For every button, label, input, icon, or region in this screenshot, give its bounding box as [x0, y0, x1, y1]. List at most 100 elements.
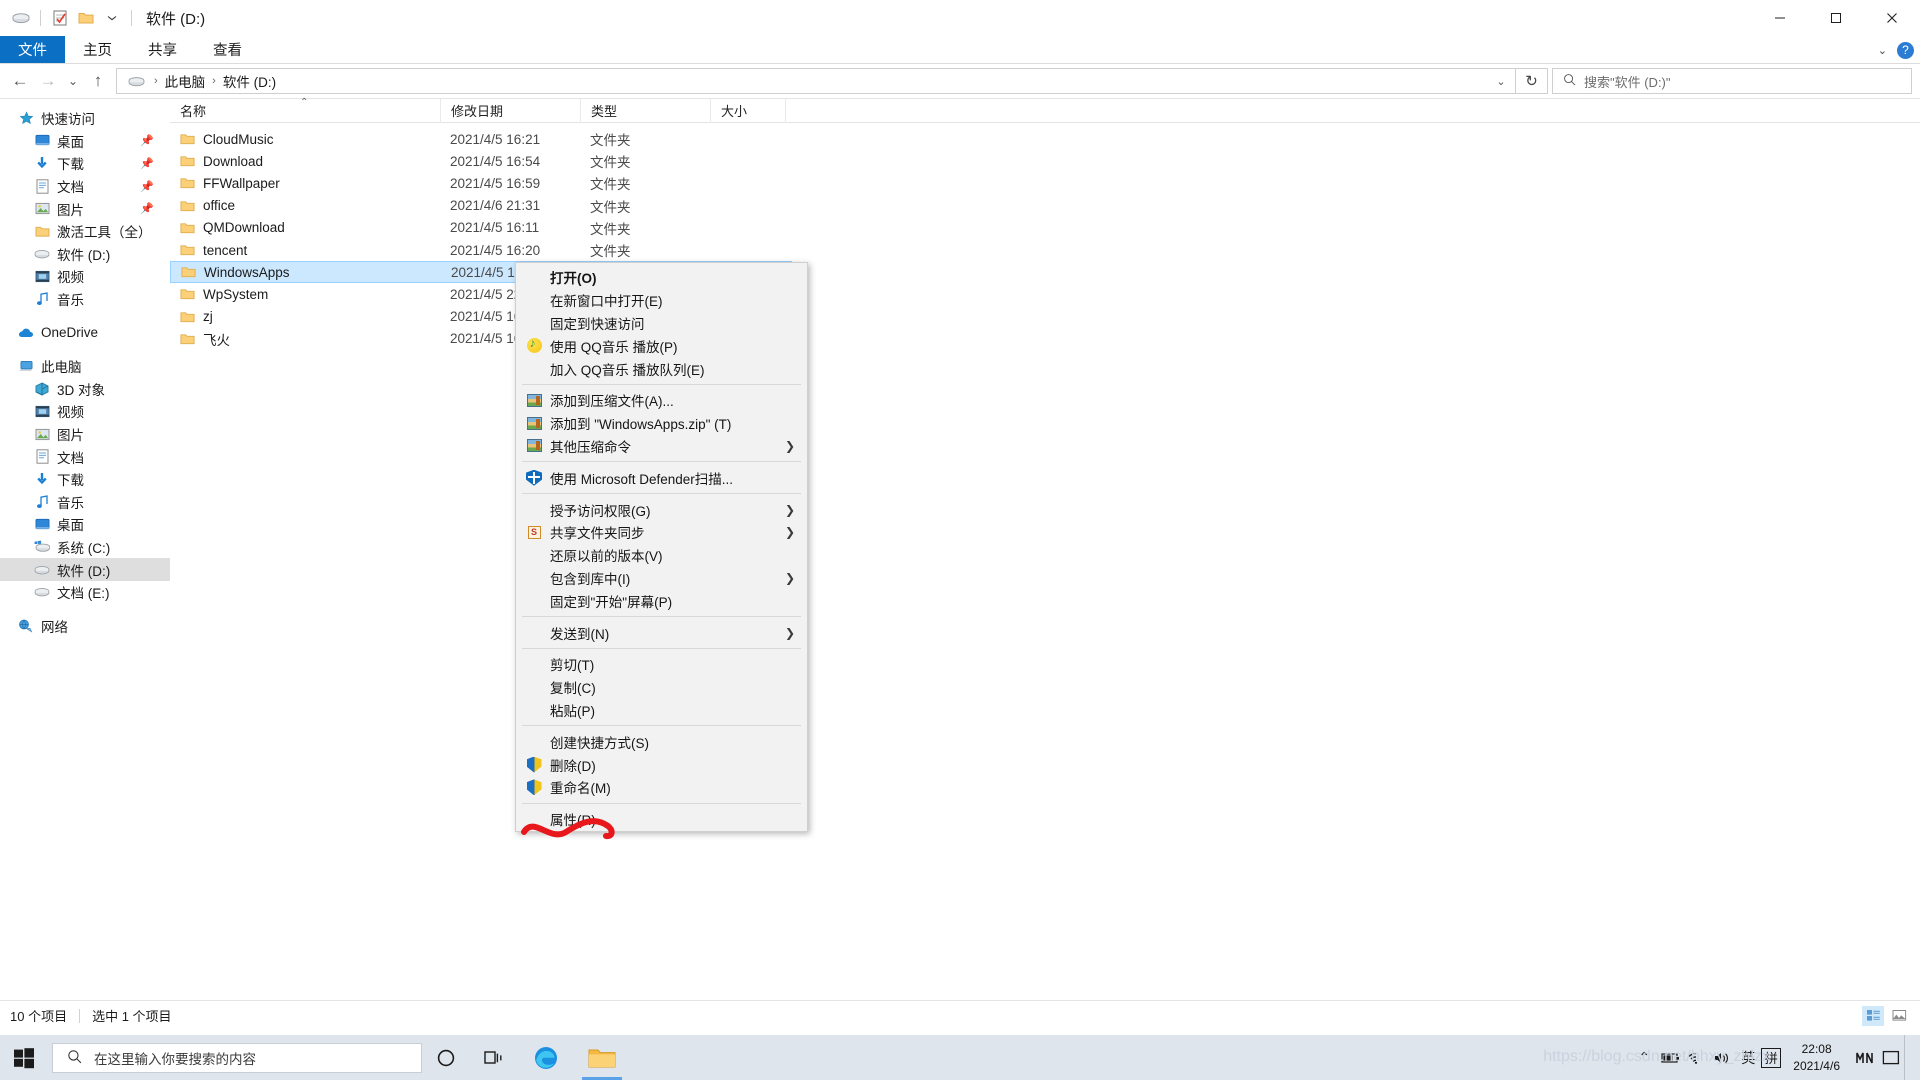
sidebar-item-drive-c[interactable]: 系统 (C:) — [0, 536, 170, 559]
column-header-type[interactable]: 类型 — [580, 98, 710, 123]
table-row[interactable]: FFWallpaper 2021/4/5 16:59 文件夹 — [170, 172, 792, 194]
navigation-pane[interactable]: 快速访问 桌面 📌 下载 📌 文档 📌 图片 📌 激活工具（全） 软件 (D:)… — [0, 99, 170, 1000]
menu-item-cut[interactable]: 剪切(T) — [516, 653, 807, 676]
sidebar-item-downloads-pc[interactable]: 下载 — [0, 468, 170, 491]
start-button[interactable] — [0, 1035, 48, 1080]
show-desktop-button[interactable] — [1904, 1035, 1914, 1080]
menu-item-play-qqmusic[interactable]: 使用 QQ音乐 播放(P) — [516, 334, 807, 357]
taskbar-app-edge[interactable] — [518, 1035, 574, 1080]
drive-icon — [34, 246, 50, 262]
menu-item-properties[interactable]: 属性(R) — [516, 808, 807, 831]
menu-item-grant-access[interactable]: 授予访问权限(G) ❯ — [516, 498, 807, 521]
sidebar-item-desktop[interactable]: 桌面 📌 — [0, 130, 170, 153]
menu-item-other-archive-commands[interactable]: 其他压缩命令 ❯ — [516, 435, 807, 458]
sidebar-header-this-pc[interactable]: 此电脑 — [0, 355, 170, 378]
ime-tool-icon[interactable] — [1852, 1035, 1878, 1080]
table-row[interactable]: office 2021/4/6 21:31 文件夹 — [170, 195, 792, 217]
sidebar-item-music-quick[interactable]: 音乐 — [0, 288, 170, 311]
tab-view[interactable]: 查看 — [195, 36, 260, 63]
pin-icon[interactable]: 📌 — [140, 180, 154, 193]
menu-item-include-in-library[interactable]: 包含到库中(I) ❯ — [516, 567, 807, 590]
chevron-down-icon[interactable]: ⌄ — [1878, 44, 1887, 57]
menu-item-open[interactable]: 打开(O) — [516, 266, 807, 289]
new-folder-icon[interactable] — [73, 5, 99, 31]
sidebar-item-videos-quick[interactable]: 视频 — [0, 265, 170, 288]
menu-item-pin-quick-access[interactable]: 固定到快速访问 — [516, 312, 807, 335]
breadcrumb[interactable]: › 此电脑 › 软件 (D:) ⌄ — [116, 68, 1516, 94]
menu-item-restore-previous-versions[interactable]: 还原以前的版本(V) — [516, 544, 807, 567]
table-row[interactable]: tencent 2021/4/5 16:20 文件夹 — [170, 239, 792, 261]
sidebar-item-drive-e[interactable]: 文档 (E:) — [0, 581, 170, 604]
sidebar-item-desktop-pc[interactable]: 桌面 — [0, 513, 170, 536]
menu-item-send-to[interactable]: 发送到(N) ❯ — [516, 621, 807, 644]
menu-item-copy[interactable]: 复制(C) — [516, 676, 807, 699]
sidebar-item-downloads[interactable]: 下载 📌 — [0, 152, 170, 175]
sidebar-item-activation-tools[interactable]: 激活工具（全） — [0, 220, 170, 243]
search-input[interactable]: 搜索"软件 (D:)" — [1552, 68, 1912, 94]
sidebar-item-videos[interactable]: 视频 — [0, 400, 170, 423]
drive-icon[interactable] — [8, 5, 34, 31]
menu-item-paste[interactable]: 粘贴(P) — [516, 699, 807, 722]
pin-icon[interactable]: 📌 — [140, 202, 154, 215]
tab-share[interactable]: 共享 — [130, 36, 195, 63]
details-view-icon[interactable] — [1862, 1005, 1884, 1026]
up-button[interactable]: ↑ — [84, 67, 112, 95]
back-button[interactable]: ← — [6, 67, 34, 95]
action-center-icon[interactable] — [1878, 1035, 1904, 1080]
task-view-icon[interactable] — [470, 1035, 518, 1080]
file-list-pane[interactable]: 名称 ⌃ 修改日期 类型 大小 CloudMusic 2021/4/5 16:2… — [170, 97, 1920, 1000]
column-header-date[interactable]: 修改日期 — [440, 98, 580, 123]
menu-item-rename[interactable]: 重命名(M) — [516, 776, 807, 799]
pin-icon[interactable]: 📌 — [140, 157, 154, 170]
menu-item-defender-scan[interactable]: 使用 Microsoft Defender扫描... — [516, 466, 807, 489]
table-row[interactable]: CloudMusic 2021/4/5 16:21 文件夹 — [170, 128, 792, 150]
chevron-down-icon[interactable]: ⌄ — [1487, 75, 1515, 88]
sidebar-item-drive-d-quick[interactable]: 软件 (D:) — [0, 243, 170, 266]
help-icon[interactable]: ? — [1897, 41, 1914, 59]
sidebar-label: 文档 — [57, 180, 84, 196]
sidebar-item-music-pc[interactable]: 音乐 — [0, 491, 170, 514]
toolbar-divider — [40, 10, 41, 26]
recent-locations-button[interactable]: ⌄ — [62, 67, 84, 95]
sidebar-item-pictures-pc[interactable]: 图片 — [0, 423, 170, 446]
taskbar-search-input[interactable]: 在这里输入你要搜索的内容 — [52, 1042, 422, 1073]
menu-item-create-shortcut[interactable]: 创建快捷方式(S) — [516, 730, 807, 753]
cortana-icon[interactable] — [422, 1035, 470, 1080]
menu-item-add-to-archive[interactable]: 添加到压缩文件(A)... — [516, 389, 807, 412]
sidebar-item-drive-d[interactable]: 软件 (D:) — [0, 558, 170, 581]
close-button[interactable] — [1864, 0, 1920, 36]
sidebar-item-pictures[interactable]: 图片 📌 — [0, 197, 170, 220]
minimize-button[interactable] — [1752, 0, 1808, 36]
sidebar-label: 桌面 — [57, 134, 84, 150]
menu-item-delete[interactable]: 删除(D) — [516, 753, 807, 776]
breadcrumb-item-drive-d[interactable]: 软件 (D:) — [223, 71, 276, 91]
tab-home[interactable]: 主页 — [65, 36, 130, 63]
column-header-size[interactable]: 大小 — [710, 98, 785, 123]
menu-item-open-new-window[interactable]: 在新窗口中打开(E) — [516, 289, 807, 312]
forward-button[interactable]: → — [34, 67, 62, 95]
context-menu[interactable]: 打开(O) 在新窗口中打开(E) 固定到快速访问 使用 QQ音乐 播放(P) 加… — [515, 262, 808, 832]
sidebar-item-documents-pc[interactable]: 文档 — [0, 445, 170, 468]
pin-icon[interactable]: 📌 — [140, 134, 154, 147]
menu-item-queue-qqmusic[interactable]: 加入 QQ音乐 播放队列(E) — [516, 357, 807, 380]
sidebar-header-quick-access[interactable]: 快速访问 — [0, 107, 170, 130]
breadcrumb-item-this-pc[interactable]: 此电脑 — [165, 71, 206, 91]
tab-file[interactable]: 文件 — [0, 36, 65, 63]
properties-icon[interactable] — [47, 5, 73, 31]
taskbar-clock[interactable]: 22:08 2021/4/6 — [1781, 1035, 1852, 1080]
table-row[interactable]: Download 2021/4/5 16:54 文件夹 — [170, 150, 792, 172]
large-icons-view-icon[interactable] — [1888, 1006, 1910, 1026]
table-row[interactable]: QMDownload 2021/4/5 16:11 文件夹 — [170, 217, 792, 239]
refresh-button[interactable]: ↻ — [1516, 68, 1548, 94]
sidebar-item-documents[interactable]: 文档 📌 — [0, 175, 170, 198]
chevron-down-icon[interactable] — [99, 5, 125, 31]
column-header-name[interactable]: 名称 ⌃ — [170, 97, 440, 123]
taskbar-app-file-explorer[interactable] — [574, 1035, 630, 1080]
sidebar-item-network[interactable]: 网络 — [0, 614, 170, 637]
sidebar-item-3d-objects[interactable]: 3D 对象 — [0, 378, 170, 401]
menu-item-shared-folder-sync[interactable]: S 共享文件夹同步 ❯ — [516, 521, 807, 544]
menu-item-add-to-zip[interactable]: 添加到 "WindowsApps.zip" (T) — [516, 412, 807, 435]
sidebar-item-onedrive[interactable]: OneDrive — [0, 321, 170, 344]
maximize-button[interactable] — [1808, 0, 1864, 36]
menu-item-pin-to-start[interactable]: 固定到"开始"屏幕(P) — [516, 589, 807, 612]
